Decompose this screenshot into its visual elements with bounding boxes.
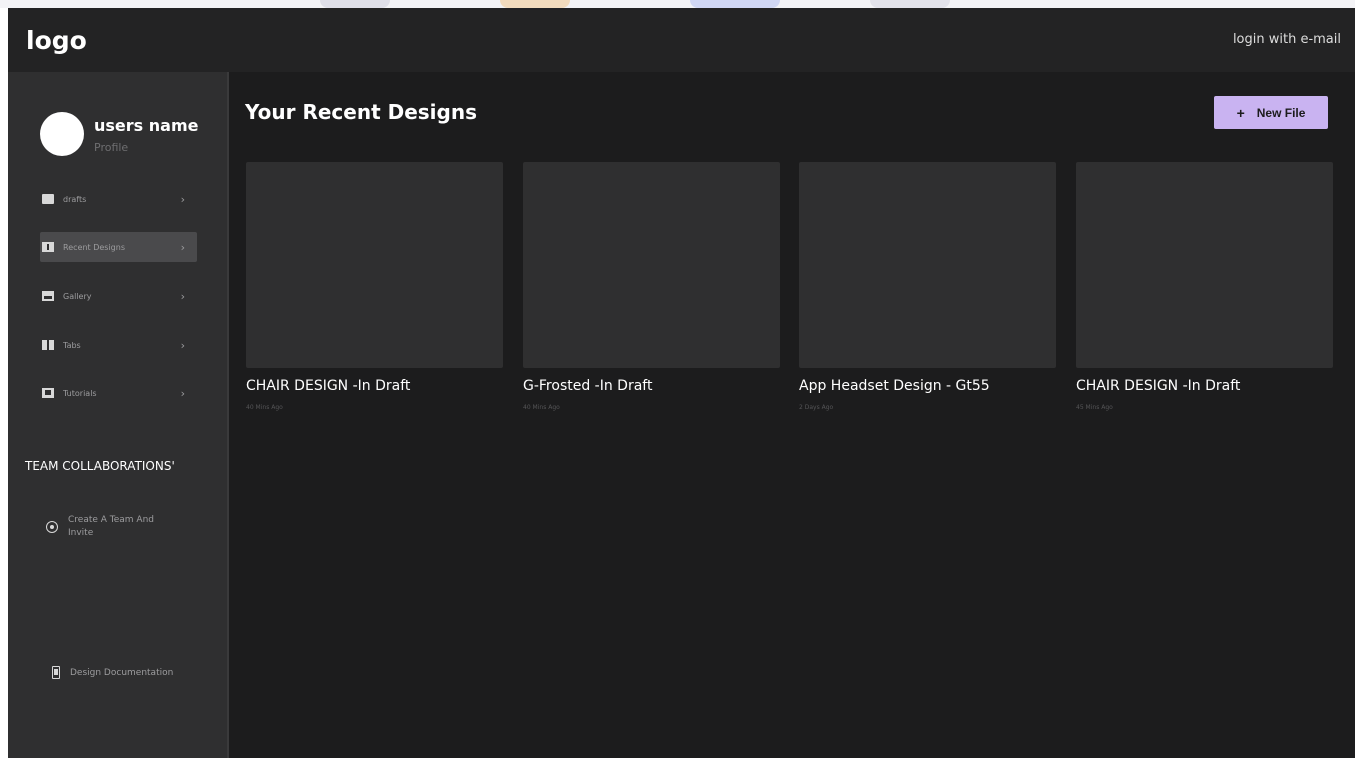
design-title: App Headset Design - Gt55 [799, 378, 990, 394]
sidebar-item-tabs[interactable]: Tabs › [40, 330, 197, 360]
design-card[interactable]: CHAIR DESIGN -In Draft 40 Mins Ago [246, 162, 503, 411]
design-card[interactable]: G-Frosted -In Draft 40 Mins Ago [523, 162, 780, 411]
team-collaborations-heading: TEAM COLLABORATIONS' [25, 459, 175, 473]
chevron-right-icon: › [180, 338, 185, 352]
sidebar-item-label: drafts [63, 194, 87, 204]
tutorial-icon [42, 388, 54, 398]
top-header: logo login with e-mail [8, 8, 1355, 72]
avatar[interactable] [40, 112, 84, 156]
sidebar-item-recent-designs[interactable]: Recent Designs › [40, 232, 197, 262]
design-thumbnail[interactable] [246, 162, 503, 368]
design-documentation-label: Design Documentation [70, 667, 174, 678]
login-with-email-link[interactable]: login with e-mail [1233, 32, 1341, 47]
create-team-button[interactable]: Create A Team And Invite [46, 514, 180, 540]
chevron-right-icon: › [180, 386, 185, 400]
design-timestamp: 40 Mins Ago [523, 404, 560, 411]
sidebar: users name Profile drafts › Recent Desig… [8, 72, 228, 758]
design-documentation-link[interactable]: Design Documentation [52, 666, 173, 679]
new-file-button[interactable]: + New File [1214, 96, 1328, 129]
design-thumbnail[interactable] [1076, 162, 1333, 368]
sidebar-item-tutorials[interactable]: Tutorials › [40, 378, 197, 408]
design-title: CHAIR DESIGN -In Draft [246, 378, 411, 394]
new-file-label: New File [1256, 105, 1306, 120]
sidebar-divider [227, 72, 229, 758]
design-card[interactable]: App Headset Design - Gt55 2 Days Ago [799, 162, 1056, 411]
inbox-icon [42, 194, 54, 204]
plus-icon: + [1236, 104, 1245, 121]
design-thumbnail[interactable] [523, 162, 780, 368]
design-timestamp: 2 Days Ago [799, 404, 834, 411]
design-icon [42, 242, 54, 252]
sidebar-item-label: Tabs [63, 340, 81, 350]
sidebar-item-gallery[interactable]: Gallery › [40, 281, 197, 311]
top-backdrop [0, 0, 1355, 8]
app-window: logo login with e-mail users name Profil… [8, 8, 1355, 758]
design-timestamp: 45 Mins Ago [1076, 404, 1113, 411]
chevron-right-icon: › [180, 240, 185, 254]
sidebar-item-label: Recent Designs [63, 242, 125, 252]
design-thumbnail[interactable] [799, 162, 1056, 368]
tabs-icon [42, 340, 54, 350]
chevron-right-icon: › [180, 289, 185, 303]
sidebar-item-label: Gallery [63, 291, 92, 301]
design-timestamp: 40 Mins Ago [246, 404, 283, 411]
design-card[interactable]: CHAIR DESIGN -In Draft 45 Mins Ago [1076, 162, 1333, 411]
sidebar-item-drafts[interactable]: drafts › [40, 184, 197, 214]
sidebar-item-label: Tutorials [63, 388, 97, 398]
design-title: G-Frosted -In Draft [523, 378, 653, 394]
phone-icon [52, 666, 60, 679]
chevron-right-icon: › [180, 192, 185, 206]
user-name: users name [94, 116, 199, 135]
page-title: Your Recent Designs [245, 100, 477, 124]
profile-link[interactable]: Profile [94, 141, 128, 154]
create-team-label: Create A Team And Invite [68, 515, 155, 538]
logo[interactable]: logo [26, 26, 87, 55]
design-title: CHAIR DESIGN -In Draft [1076, 378, 1241, 394]
gallery-icon [42, 291, 54, 301]
add-circle-icon [46, 521, 58, 533]
